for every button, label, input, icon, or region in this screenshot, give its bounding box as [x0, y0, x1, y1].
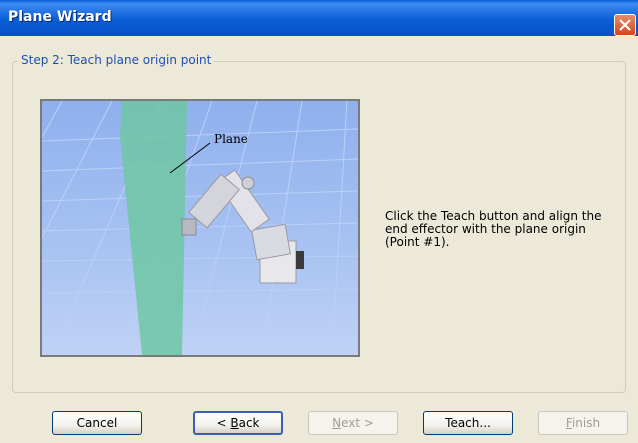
window-title: Plane Wizard [8, 9, 112, 25]
back-button[interactable]: < Back [193, 411, 283, 435]
instruction-text: Click the Teach button and align the end… [385, 209, 602, 249]
close-button[interactable] [614, 14, 636, 36]
robot-plane-illustration: Plane [40, 99, 360, 357]
title-bar[interactable]: Plane Wizard [0, 0, 638, 36]
teach-button[interactable]: Teach... [423, 411, 513, 435]
cancel-button[interactable]: Cancel [52, 411, 142, 435]
finish-button[interactable]: Finish [538, 411, 628, 435]
next-button[interactable]: Next > [308, 411, 398, 435]
plane-wizard-window: Plane Wizard Step 2: Teach plane origin … [0, 0, 638, 443]
step-title: Step 2: Teach plane origin point [18, 53, 215, 67]
close-icon [619, 19, 631, 31]
plane-label: Plane [214, 132, 248, 146]
